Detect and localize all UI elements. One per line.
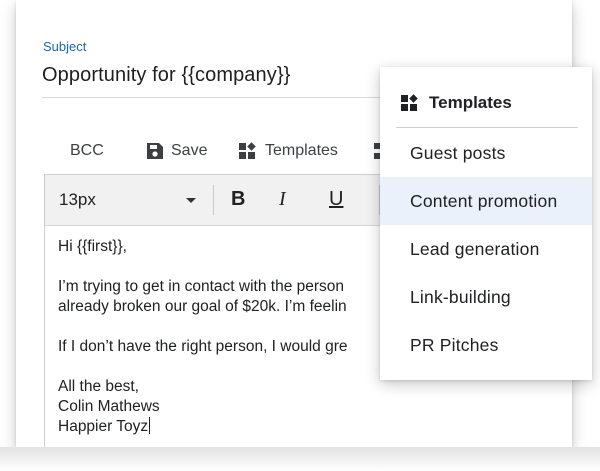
templates-dropdown: Templates Guest posts Content promotion … — [380, 67, 592, 380]
menu-item-link-building[interactable]: Link-building — [380, 273, 592, 321]
menu-divider — [396, 127, 578, 128]
save-icon — [147, 143, 163, 159]
templates-label: Templates — [265, 142, 338, 159]
bcc-button[interactable]: BCC — [70, 140, 104, 162]
templates-button[interactable]: Templates — [238, 140, 338, 162]
bold-button[interactable]: B — [231, 188, 245, 211]
text-cursor — [149, 417, 151, 434]
templates-icon — [401, 94, 418, 111]
toolbar-divider — [213, 185, 214, 215]
body-signoff: All the best, — [58, 378, 139, 395]
save-label: Save — [171, 142, 208, 159]
bcc-label: BCC — [70, 142, 104, 159]
body-signature-company-line: Happier Toyz — [58, 417, 572, 437]
menu-item-label: Content promotion — [410, 190, 558, 211]
menu-item-guest-posts[interactable]: Guest posts — [380, 129, 592, 177]
menu-item-content-promotion[interactable]: Content promotion — [380, 177, 592, 225]
menu-item-label: Lead generation — [410, 238, 540, 259]
menu-item-lead-generation[interactable]: Lead generation — [380, 225, 592, 273]
menu-item-label: Guest posts — [410, 142, 506, 163]
menu-item-label: Link-building — [410, 286, 511, 307]
body-signature-name: Colin Mathews — [58, 398, 160, 415]
body-signature-company: Happier Toyz — [58, 418, 149, 435]
subject-label: Subject — [43, 39, 87, 54]
templates-icon — [239, 142, 256, 159]
subject-input[interactable]: Opportunity for {{company}} — [42, 64, 290, 87]
templates-menu-title: Templates — [429, 93, 512, 112]
chevron-down-icon[interactable] — [186, 198, 196, 203]
underline-button[interactable]: U — [329, 188, 343, 211]
save-button[interactable]: Save — [146, 140, 207, 162]
templates-menu-header: Templates — [400, 93, 512, 113]
font-size-select[interactable]: 13px — [59, 190, 96, 210]
bottom-shadow — [0, 447, 600, 471]
italic-button[interactable]: I — [279, 188, 286, 211]
menu-item-label: PR Pitches — [410, 334, 499, 355]
menu-item-pr-pitches[interactable]: PR Pitches — [380, 321, 592, 369]
